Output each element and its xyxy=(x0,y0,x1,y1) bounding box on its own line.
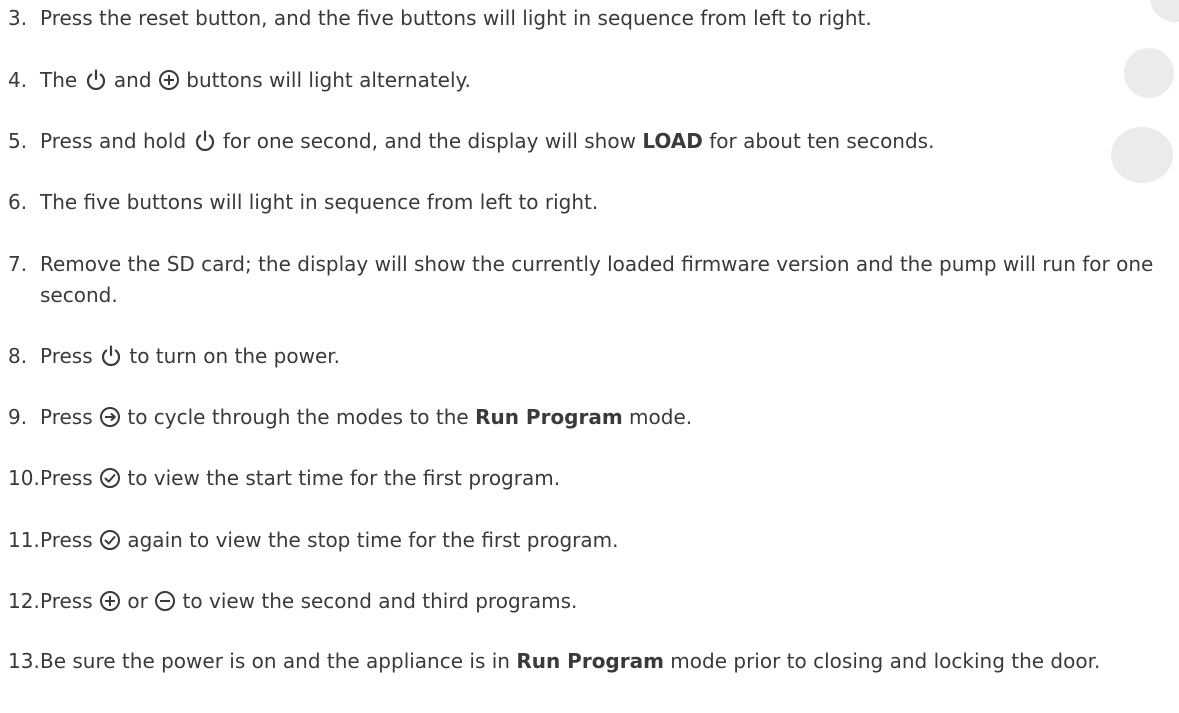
power-icon xyxy=(193,129,217,153)
power-icon xyxy=(84,68,108,92)
plus-circle-icon xyxy=(99,590,121,612)
arrow-right-circle-icon xyxy=(99,406,121,428)
step-number: 13. xyxy=(8,649,40,673)
step-text: Press to cycle through the modes to the … xyxy=(40,405,693,429)
step-text: Remove the SD card; the display will sho… xyxy=(40,252,1154,307)
step-number: 5. xyxy=(8,129,28,153)
step-text: Press or to view the second and third pr… xyxy=(40,589,578,613)
step-number: 3. xyxy=(8,6,28,30)
step-10: 10. Press to view the start time for the… xyxy=(8,463,1173,494)
load-label: LOAD xyxy=(642,129,703,153)
check-circle-icon xyxy=(99,529,121,551)
step-text: Be sure the power is on and the applianc… xyxy=(40,649,1101,673)
step-12: 12. Press or to view the second and thir… xyxy=(8,586,1173,617)
document-page: 3. Press the reset button, and the five … xyxy=(0,0,1179,713)
step-number: 6. xyxy=(8,190,28,214)
step-11: 11. Press again to view the stop time fo… xyxy=(8,525,1173,556)
step-text: The and buttons will light alternately. xyxy=(40,68,471,92)
step-number: 8. xyxy=(8,344,28,368)
run-program-label: Run Program xyxy=(516,649,664,673)
step-9: 9. Press to cycle through the modes to t… xyxy=(8,402,1173,433)
plus-circle-icon xyxy=(158,69,180,91)
step-number: 12. xyxy=(8,589,40,613)
step-number: 11. xyxy=(8,528,40,552)
step-3: 3. Press the reset button, and the five … xyxy=(8,3,1173,34)
step-text: Press the reset button, and the five but… xyxy=(40,6,872,30)
step-text: The five buttons will light in sequence … xyxy=(40,190,599,214)
step-number: 10. xyxy=(8,466,40,490)
minus-circle-icon xyxy=(154,590,176,612)
step-6: 6. The five buttons will light in sequen… xyxy=(8,187,1173,218)
step-number: 9. xyxy=(8,405,28,429)
step-number: 7. xyxy=(8,252,28,276)
run-program-label: Run Program xyxy=(475,405,623,429)
step-4: 4. The and buttons will light alternatel… xyxy=(8,65,1173,96)
check-circle-icon xyxy=(99,467,121,489)
step-text: Press to view the start time for the fir… xyxy=(40,466,561,490)
step-8: 8. Press to turn on the power. xyxy=(8,341,1173,372)
step-number: 4. xyxy=(8,68,28,92)
step-text: Press and hold for one second, and the d… xyxy=(40,129,935,153)
step-5: 5. Press and hold for one second, and th… xyxy=(8,126,1173,157)
step-7: 7. Remove the SD card; the display will … xyxy=(8,249,1173,311)
step-text: Press again to view the stop time for th… xyxy=(40,528,619,552)
step-13: 13. Be sure the power is on and the appl… xyxy=(8,646,1173,677)
step-text: Press to turn on the power. xyxy=(40,344,341,368)
power-icon xyxy=(99,344,123,368)
